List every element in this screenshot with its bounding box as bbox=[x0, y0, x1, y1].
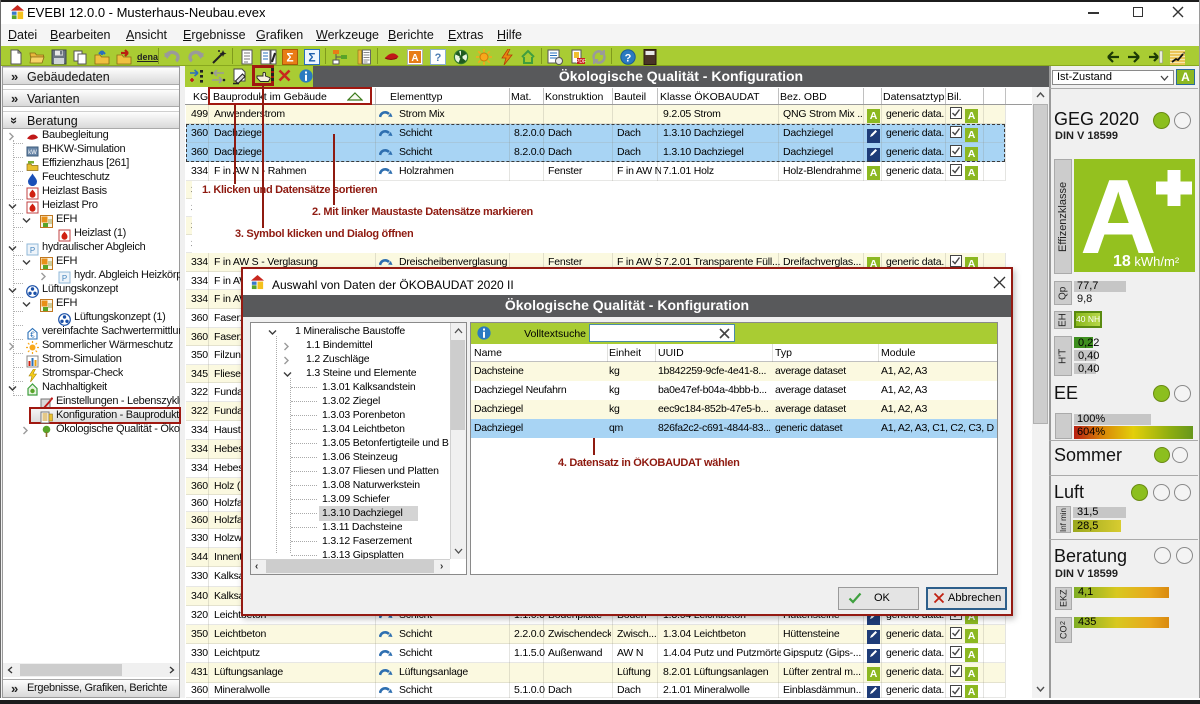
svg-text:kW: kW bbox=[28, 150, 37, 156]
svg-text:?: ? bbox=[435, 52, 442, 64]
svg-text:P: P bbox=[30, 246, 35, 255]
svg-text:P: P bbox=[62, 274, 67, 283]
svg-text:Σ: Σ bbox=[308, 51, 315, 65]
svg-text:A: A bbox=[411, 53, 418, 64]
svg-text:?: ? bbox=[625, 53, 632, 65]
svg-text:Σ: Σ bbox=[286, 51, 293, 65]
svg-text:PDF: PDF bbox=[576, 59, 586, 65]
